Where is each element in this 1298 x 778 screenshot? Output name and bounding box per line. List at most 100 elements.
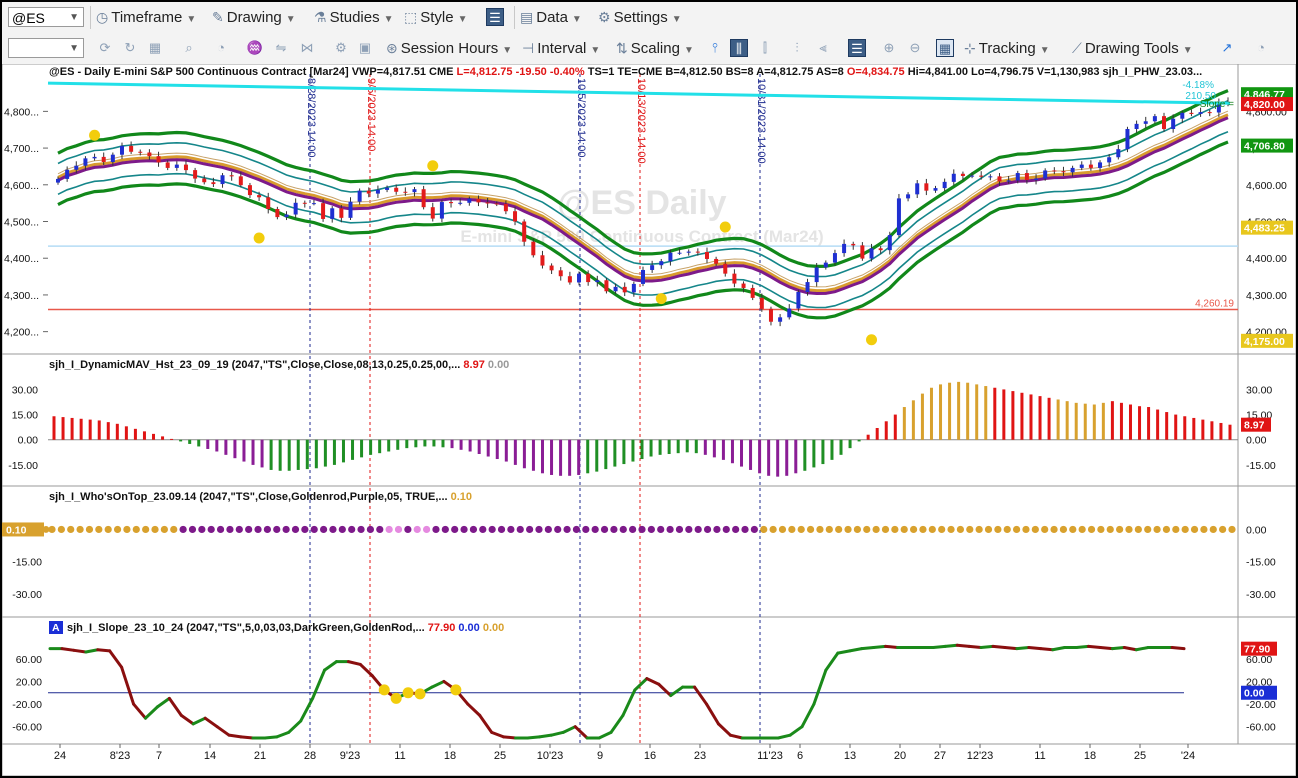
histogram-bar <box>1119 402 1123 440</box>
studies-button[interactable]: ⚗ Studies ▼ <box>314 7 394 27</box>
tracking-button[interactable]: ⊹ Tracking ▼ <box>964 38 1050 58</box>
who-on-top-dot <box>572 525 581 534</box>
ohlc-icon[interactable]: ⫶ <box>788 39 806 57</box>
candle-body <box>1143 121 1148 124</box>
who-on-top-dot <box>900 525 908 534</box>
refresh-icon[interactable]: ⟳ <box>96 39 114 57</box>
time-axis-label: 25 <box>1134 750 1146 762</box>
more-icon[interactable]: ◔ <box>1252 39 1270 57</box>
who-on-top-dot <box>263 525 271 534</box>
session-hours-button[interactable]: ⊛ Session Hours ▼ <box>386 38 512 58</box>
candle-body <box>896 198 901 236</box>
histogram-bar <box>486 439 490 457</box>
trendline-icon[interactable]: ↗ <box>1218 39 1236 57</box>
chevron-down-icon: ▼ <box>683 45 694 56</box>
who-on-top-dot <box>142 525 150 534</box>
compare-icon[interactable]: ⇋ <box>272 39 290 57</box>
header-field: -19.50 <box>513 66 547 78</box>
who-on-top-dot <box>835 525 843 534</box>
interval-button[interactable]: ⊣ Interval ▼ <box>522 38 600 58</box>
histogram-bar <box>920 393 924 440</box>
hollow-candle-icon[interactable]: ⫿ <box>756 39 774 57</box>
drawing-button[interactable]: ✎ Drawing ▼ <box>212 7 296 27</box>
candle-body <box>869 248 874 259</box>
drawing-tools-button[interactable]: ⟋ Drawing Tools ▼ <box>1072 38 1193 58</box>
scaling-button[interactable]: ⇅ Scaling ▼ <box>616 38 694 58</box>
histogram-bar <box>450 439 454 449</box>
slope-segment <box>1015 645 1031 651</box>
candle-body <box>174 164 179 168</box>
candle-body <box>732 273 737 284</box>
layout-toggle-icon[interactable]: ☰ <box>486 8 504 26</box>
who-on-top-left-tick: -30.00 <box>12 589 42 601</box>
template-dropdown[interactable]: ▼ <box>8 38 84 58</box>
time-axis-label: 9'23 <box>340 750 360 762</box>
gauge-icon[interactable]: ◔ <box>212 39 230 57</box>
reload-icon[interactable]: ↻ <box>121 39 139 57</box>
chart-area[interactable]: @ES Daily E-mini S&P 500 Continuous Contr… <box>2 64 1296 776</box>
histogram-bar <box>296 439 300 470</box>
who-on-top-dot <box>179 525 187 534</box>
candle-body <box>677 252 682 254</box>
format-icon[interactable]: ▣ <box>356 39 374 57</box>
histogram-bar <box>495 439 499 460</box>
histogram-bar <box>305 439 309 470</box>
chevron-down-icon: ▼ <box>571 14 582 25</box>
timeframe-button[interactable]: ◷ Timeframe ▼ <box>96 7 196 27</box>
grid-icon[interactable]: ▦ <box>146 39 164 57</box>
style-icon: ⬚ <box>404 9 418 25</box>
time-axis-label: 18 <box>444 750 456 762</box>
signal-icon[interactable]: ⋈ <box>298 39 316 57</box>
histogram-bar <box>586 439 590 474</box>
hlc-icon[interactable]: ⫷ <box>814 39 832 57</box>
settings-button[interactable]: ⚙ Settings ▼ <box>598 7 682 27</box>
histogram-bar <box>1138 406 1142 440</box>
chart-type-icon[interactable]: ♒ <box>246 39 264 57</box>
histogram-left-tick: -15.00 <box>8 460 38 472</box>
histogram-bar <box>540 439 544 474</box>
candle-body <box>467 198 472 203</box>
who-on-top-dot <box>1200 525 1208 534</box>
data-window-icon[interactable]: ▦ <box>936 39 954 57</box>
symbol-input[interactable]: @ES ▼ <box>8 7 84 27</box>
histogram-bar <box>432 439 436 447</box>
settings-small-icon[interactable]: ⚙ <box>332 39 350 57</box>
time-axis-label: 13 <box>844 750 856 762</box>
studies-label: Studies <box>329 9 380 26</box>
who-on-top-dot <box>994 525 1002 534</box>
candle-body <box>1098 162 1103 168</box>
who-on-top-dot <box>151 525 159 534</box>
panes-icon[interactable]: ☰ <box>848 39 866 57</box>
zoom-icon[interactable]: ⌕ <box>180 39 198 57</box>
style-button[interactable]: ⬚ Style ▼ <box>404 7 468 27</box>
candle-body <box>686 251 691 253</box>
candle-body <box>942 181 947 189</box>
candle-body <box>385 187 390 190</box>
candle-body <box>238 176 243 186</box>
candle-body <box>878 248 883 251</box>
candle-body <box>823 262 828 268</box>
candle-body <box>924 183 929 191</box>
histogram-bar <box>332 439 336 465</box>
bar-chart-icon[interactable]: ⫯ <box>706 39 724 57</box>
data-button[interactable]: ▤ Data ▼ <box>520 7 582 27</box>
who-on-top-dot <box>1059 525 1068 534</box>
who-on-top-dot <box>600 525 609 534</box>
candle-body <box>1061 171 1066 173</box>
zoom-out-icon[interactable]: ⊖ <box>906 39 924 57</box>
who-on-top-dot <box>366 525 375 534</box>
who-on-top-dot <box>1097 525 1105 534</box>
slope-segment <box>931 644 947 649</box>
candle-body <box>851 243 856 246</box>
candlestick-icon[interactable]: ⫼ <box>730 39 748 57</box>
histogram-bar <box>314 439 318 469</box>
session-icon: ⊛ <box>386 40 398 56</box>
who-on-top-dot <box>488 525 496 534</box>
who-on-top-dot <box>1003 525 1011 534</box>
candle-body <box>366 190 371 194</box>
slope-segment <box>872 644 888 649</box>
histogram-bar <box>975 384 979 440</box>
who-on-top-dot <box>160 525 168 534</box>
candle-body <box>421 189 426 208</box>
zoom-in-icon[interactable]: ⊕ <box>880 39 898 57</box>
